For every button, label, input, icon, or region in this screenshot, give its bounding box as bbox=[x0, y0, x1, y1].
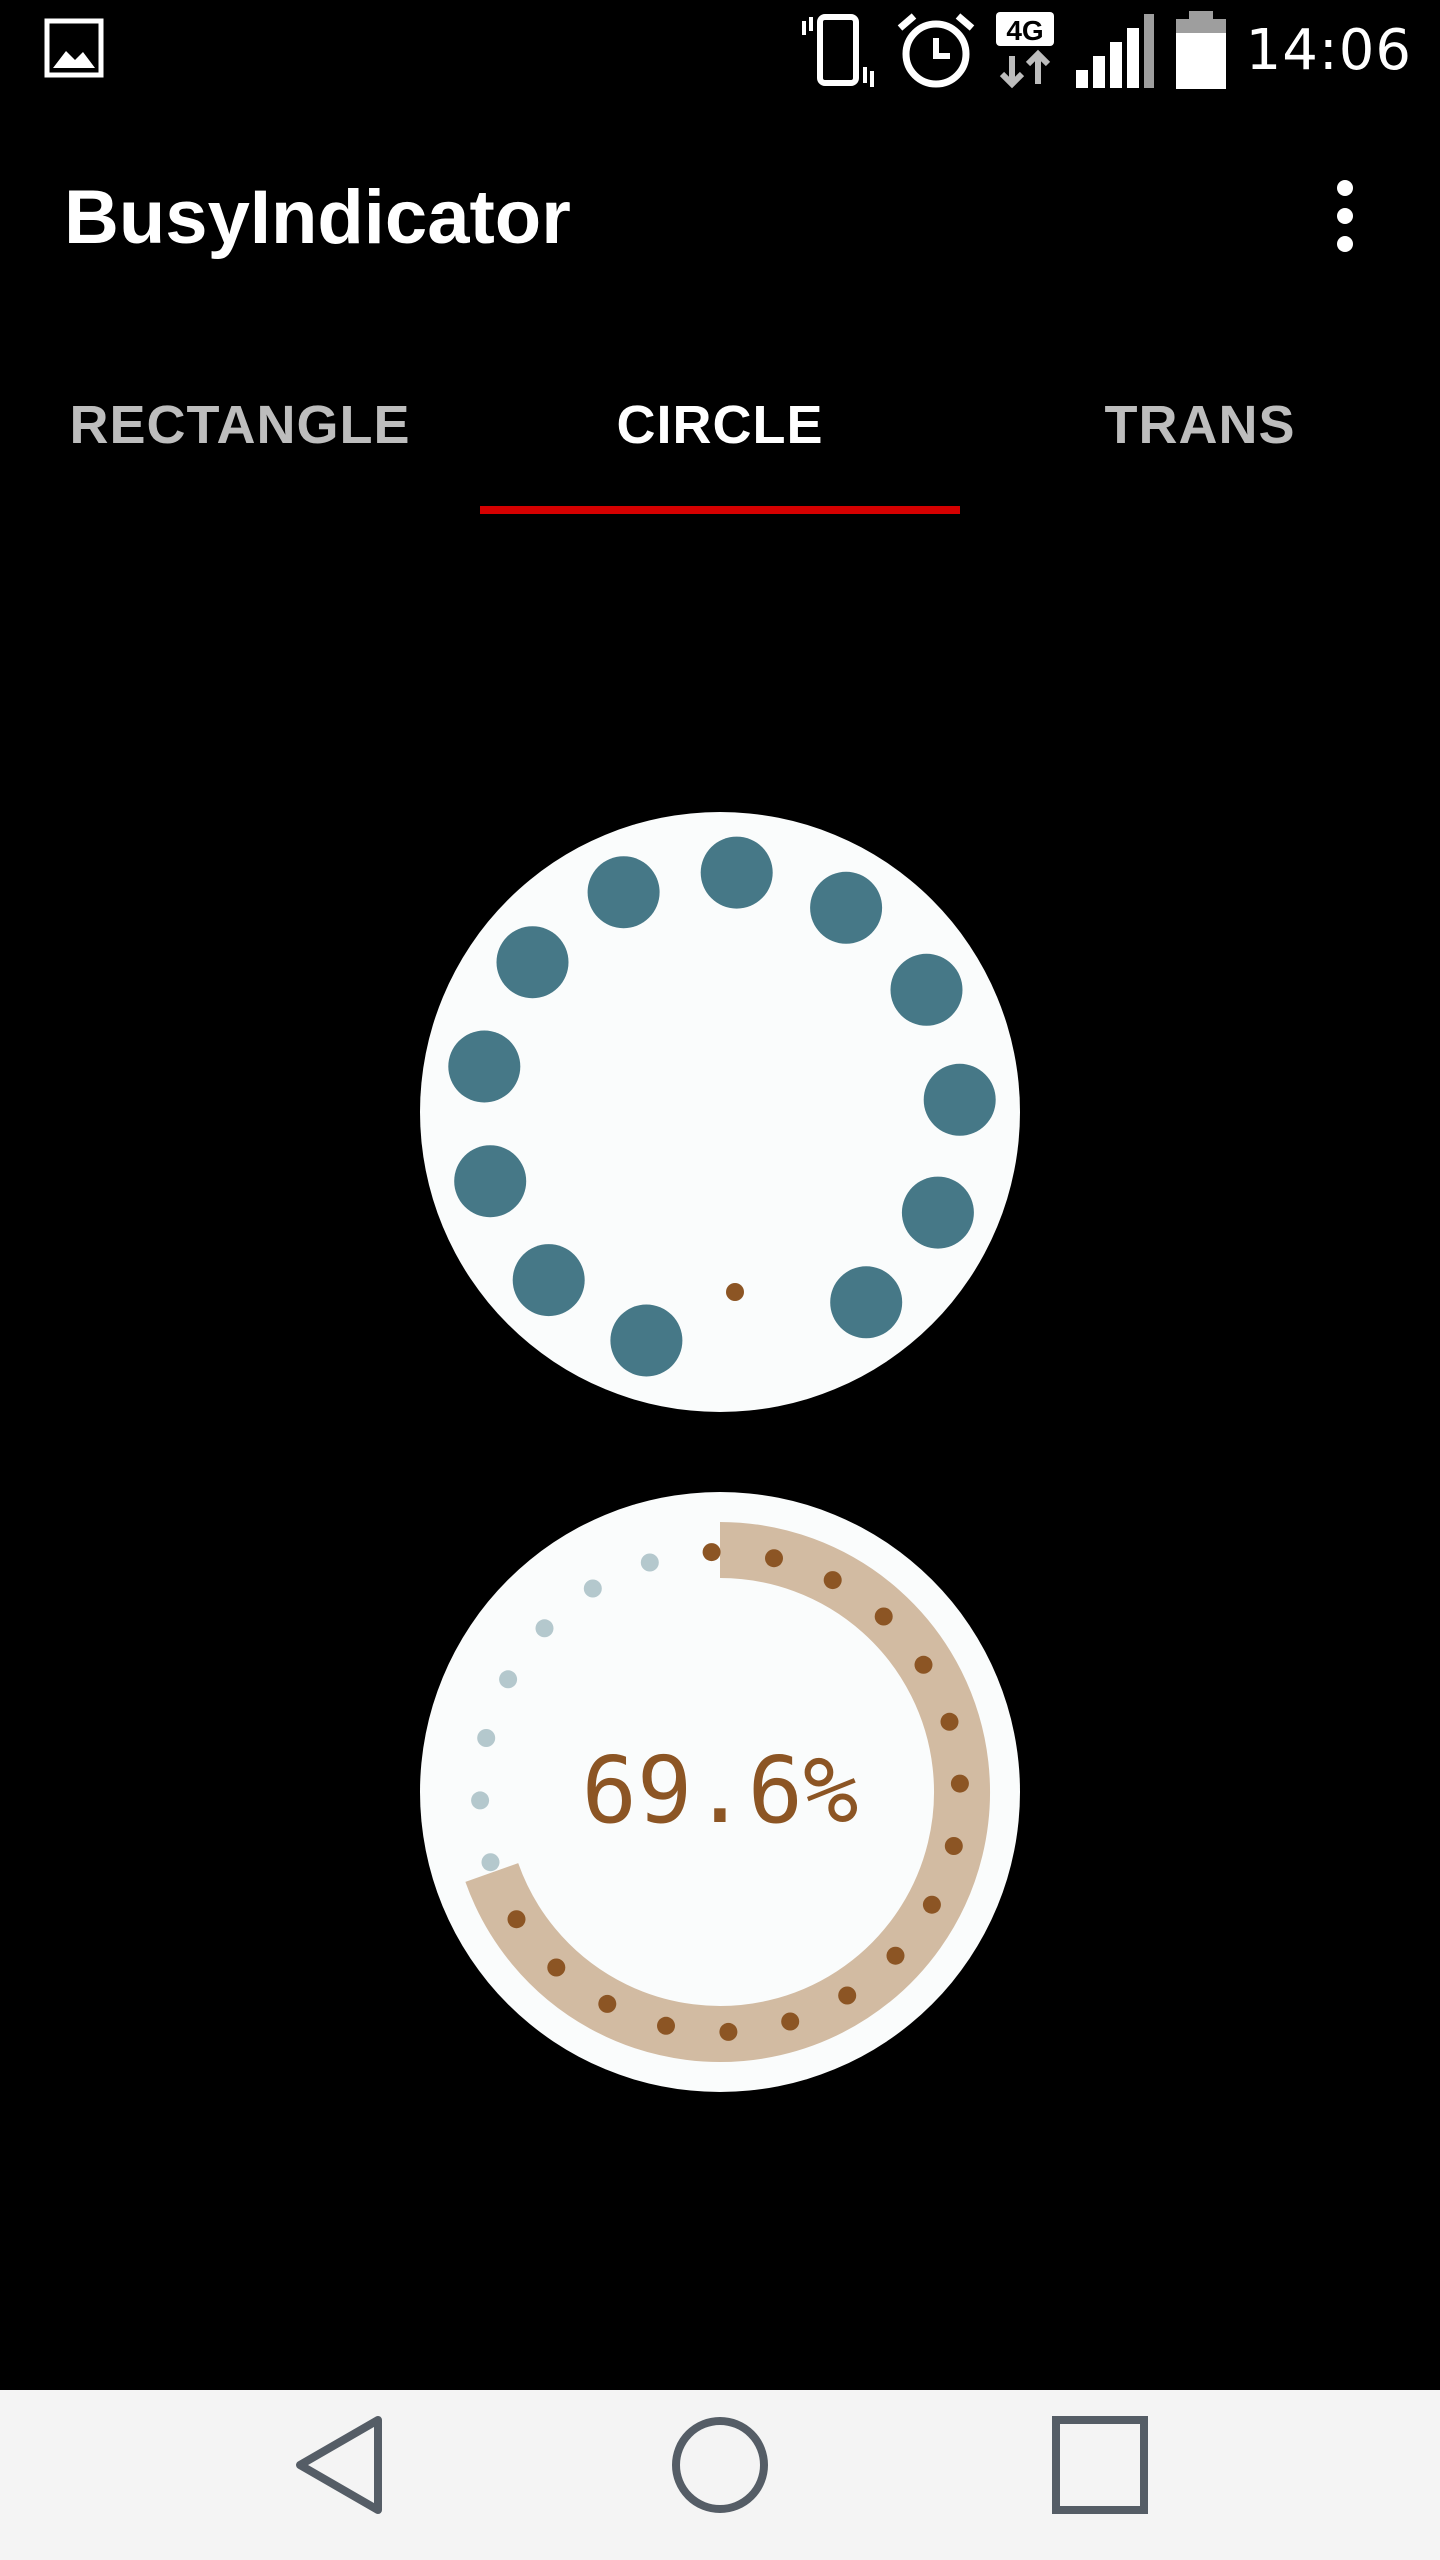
progress-dot-active bbox=[765, 1549, 783, 1568]
gallery-icon bbox=[44, 18, 104, 82]
busy-dot bbox=[610, 1304, 683, 1377]
progress-indicator: 69.6% bbox=[420, 1492, 1020, 2092]
progress-text: 69.6% bbox=[582, 1737, 859, 1844]
signal-icon bbox=[1074, 10, 1156, 90]
progress-dot-inactive bbox=[640, 1553, 659, 1572]
busy-dot bbox=[890, 953, 963, 1026]
tab-circle[interactable]: CIRCLE bbox=[480, 330, 960, 520]
progress-dot-active bbox=[657, 2016, 675, 2035]
app-bar: BusyIndicator bbox=[0, 100, 1440, 330]
progress-dot-active bbox=[914, 1655, 933, 1674]
status-bar: 4G 14:06 bbox=[0, 0, 1440, 100]
busy-dot bbox=[587, 856, 660, 929]
progress-dot-inactive bbox=[499, 1670, 518, 1689]
tab-bar: RECTANGLE CIRCLE TRANS bbox=[0, 330, 1440, 520]
recents-icon[interactable] bbox=[1050, 2410, 1150, 2524]
progress-dot-active bbox=[719, 2022, 738, 2041]
more-vert-icon[interactable] bbox=[1320, 176, 1370, 256]
progress-dot-active bbox=[922, 1895, 941, 1914]
progress-dot-active bbox=[838, 1986, 857, 2005]
progress-dot-active bbox=[702, 1543, 721, 1562]
tab-trans[interactable]: TRANS bbox=[960, 330, 1440, 520]
app-title: BusyIndicator bbox=[64, 175, 571, 260]
busy-dot bbox=[700, 836, 773, 909]
progress-dot-inactive bbox=[481, 1853, 500, 1872]
busy-accent-dot bbox=[726, 1283, 744, 1301]
network-4g-icon: 4G bbox=[994, 10, 1056, 90]
progress-dot-active bbox=[874, 1607, 893, 1626]
progress-dot-active bbox=[547, 1958, 566, 1977]
busy-dot bbox=[901, 1176, 974, 1249]
busy-dot bbox=[512, 1244, 585, 1317]
status-icons: 4G 14:06 bbox=[798, 10, 1412, 90]
vibrate-icon bbox=[798, 11, 878, 89]
progress-dot-active bbox=[886, 1946, 905, 1965]
progress-dot-inactive bbox=[535, 1619, 554, 1638]
progress-dot-active bbox=[781, 2012, 800, 2031]
busy-dot bbox=[830, 1266, 903, 1339]
progress-dot-inactive bbox=[471, 1791, 490, 1810]
home-icon[interactable] bbox=[670, 2410, 770, 2524]
status-time: 14:06 bbox=[1245, 17, 1412, 83]
progress-dot-active bbox=[823, 1571, 842, 1590]
tab-indicator bbox=[480, 506, 960, 514]
tab-rectangle[interactable]: RECTANGLE bbox=[0, 330, 480, 520]
busy-dot bbox=[454, 1145, 527, 1218]
busy-dot bbox=[496, 926, 569, 999]
progress-dot-inactive bbox=[477, 1729, 496, 1747]
content-area: 69.6% bbox=[0, 520, 1440, 2390]
progress-dot-active bbox=[940, 1712, 959, 1731]
progress-dot-active bbox=[944, 1837, 963, 1855]
navigation-bar bbox=[0, 2390, 1440, 2560]
busy-indicator bbox=[420, 812, 1020, 1412]
alarm-icon bbox=[896, 10, 976, 90]
progress-dot-active bbox=[598, 1994, 617, 2013]
busy-dot bbox=[448, 1030, 521, 1103]
progress-dot-active bbox=[950, 1774, 969, 1793]
battery-icon bbox=[1174, 9, 1228, 91]
network-label: 4G bbox=[1006, 15, 1043, 46]
busy-dot bbox=[810, 871, 883, 944]
back-icon[interactable] bbox=[290, 2410, 390, 2524]
busy-dot bbox=[923, 1063, 996, 1136]
progress-dot-active bbox=[507, 1910, 526, 1929]
progress-dot-inactive bbox=[583, 1579, 602, 1598]
